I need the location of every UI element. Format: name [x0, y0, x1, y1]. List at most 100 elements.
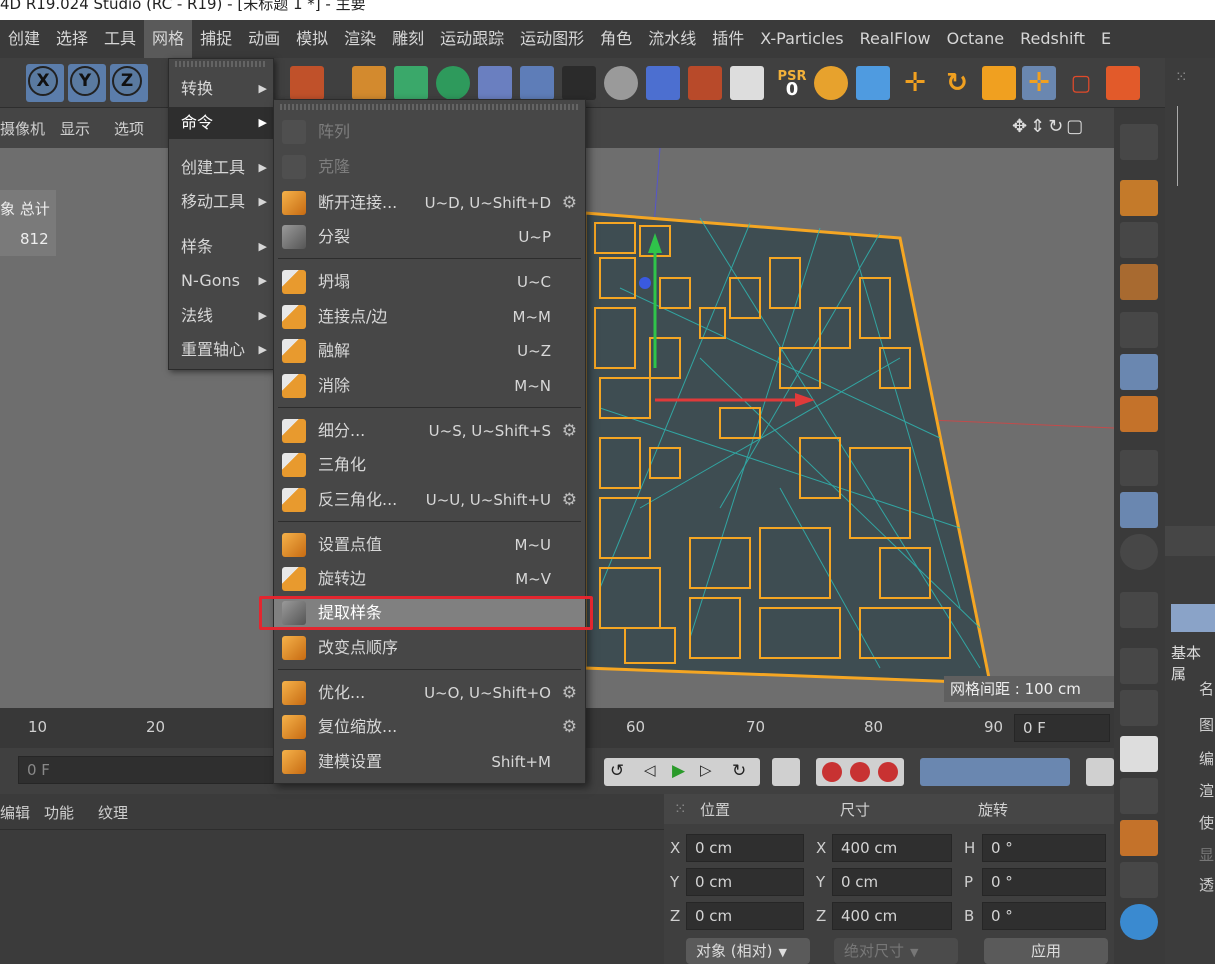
coordinate-system-icon[interactable] — [1106, 66, 1140, 100]
object-tree[interactable] — [1177, 106, 1207, 186]
viewport-menu-camera[interactable]: 摄像机 — [0, 118, 45, 139]
viewport-menu-display[interactable]: 显示 — [60, 118, 90, 139]
to-end-icon[interactable]: ↻ — [732, 761, 746, 781]
command-collapse[interactable]: 坍塌 U~C — [274, 265, 585, 299]
last-frame-button[interactable] — [772, 758, 800, 786]
scale-icon[interactable] — [982, 66, 1016, 100]
workplane-lock-icon[interactable] — [1120, 648, 1158, 684]
command-spin-edge[interactable]: 旋转边 M~V — [274, 562, 585, 596]
gear-icon[interactable]: ⚙ — [562, 491, 577, 509]
flower-generator-icon[interactable] — [436, 66, 470, 100]
command-dissolve[interactable]: 消除 M~N — [274, 369, 585, 403]
command-triangulate[interactable]: 三角化 — [274, 448, 585, 482]
size-field[interactable]: 400 cm — [832, 902, 952, 930]
next-frame-icon[interactable]: ▷ — [700, 761, 712, 779]
command-split[interactable]: 分裂 U~P — [274, 220, 585, 254]
mesh-menu-item[interactable]: 移动工具 ▶ — [169, 186, 273, 218]
menu-item[interactable]: 插件 — [704, 20, 752, 58]
mesh-menu-item[interactable]: 重置轴心 ▶ — [169, 334, 273, 366]
workplane-mode-icon[interactable] — [1120, 264, 1158, 300]
auto-key-icon[interactable] — [850, 762, 870, 782]
record-controls[interactable] — [816, 758, 904, 786]
mesh-menu-item[interactable]: 转换 ▶ — [169, 73, 273, 105]
gear-icon[interactable]: ⚙ — [562, 194, 577, 212]
lock-y-button[interactable]: Y — [68, 64, 106, 102]
edges-mode-icon[interactable] — [1120, 354, 1158, 390]
menu-item[interactable]: 运动跟踪 — [432, 20, 512, 58]
command-reset-scale[interactable]: 复位缩放... ⚙ — [274, 710, 585, 744]
brush-icon[interactable] — [1120, 820, 1158, 856]
apply-button[interactable]: 应用 — [984, 938, 1108, 964]
model-mode-icon[interactable] — [1120, 180, 1158, 216]
menu-item[interactable]: 动画 — [240, 20, 288, 58]
position-field[interactable]: 0 cm — [686, 834, 804, 862]
rotation-field[interactable]: 0 ° — [982, 902, 1106, 930]
live-selection-icon[interactable]: ✛ — [1022, 66, 1056, 100]
menu-item[interactable]: 雕刻 — [384, 20, 432, 58]
snap-xyz-icon[interactable] — [814, 66, 848, 100]
command-connect-points-edges[interactable]: 连接点/边 M~M — [274, 300, 585, 334]
lock-z-button[interactable]: Z — [110, 64, 148, 102]
keyframe-selection-icon[interactable] — [878, 762, 898, 782]
mesh-menu-item[interactable]: 创建工具 ▶ — [169, 152, 273, 184]
mesh-menu-item[interactable]: N-Gons ▶ — [169, 265, 273, 297]
menu-item[interactable]: X-Particles — [752, 20, 851, 58]
viewport-nav-icons[interactable]: ✥⇕↻▢ — [1012, 116, 1086, 137]
attr-tab[interactable] — [1171, 604, 1215, 632]
light-bulb-icon[interactable] — [604, 66, 638, 100]
menu-item[interactable]: 选择 — [48, 20, 96, 58]
menu-item[interactable]: 网格 — [144, 20, 193, 58]
rotation-field[interactable]: 0 ° — [982, 834, 1106, 862]
menu-item[interactable]: Octane — [939, 20, 1012, 58]
explode-icon[interactable] — [688, 66, 722, 100]
timeline-scheme-button[interactable] — [1086, 758, 1114, 786]
menu-item[interactable]: 流水线 — [640, 20, 704, 58]
size-field[interactable]: 0 cm — [832, 868, 952, 896]
camera-icon[interactable] — [562, 66, 596, 100]
tweak-mode-icon[interactable] — [1120, 492, 1158, 528]
menu-item[interactable]: RealFlow — [852, 20, 939, 58]
prev-frame-icon[interactable]: ◁ — [644, 761, 656, 779]
material-menu-texture[interactable]: 纹理 — [98, 802, 128, 823]
viewport-menu-options[interactable]: 选项 — [114, 118, 144, 139]
end-frame-field[interactable]: 0 F — [1014, 714, 1110, 742]
position-field[interactable]: 0 cm — [686, 868, 804, 896]
lock-x-button[interactable]: X — [26, 64, 64, 102]
character-icon[interactable] — [1120, 778, 1158, 814]
planar-workplane-icon[interactable] — [1120, 690, 1158, 726]
polygons-mode-icon[interactable] — [1120, 396, 1158, 432]
snap-icon[interactable] — [1120, 592, 1158, 628]
key-type-controls[interactable] — [920, 758, 1070, 786]
menu-item[interactable]: 角色 — [592, 20, 640, 58]
menu-item[interactable]: 捕捉 — [192, 20, 240, 58]
pen-tool-icon[interactable] — [352, 66, 386, 100]
cube-green-icon[interactable] — [394, 66, 428, 100]
coord-mode-select[interactable]: 对象 (相对) ▼ — [686, 938, 810, 964]
command-disconnect[interactable]: 断开连接... U~D, U~Shift+D ⚙ — [274, 186, 585, 220]
menu-item[interactable]: 模拟 — [288, 20, 336, 58]
render-settings-icon[interactable] — [290, 66, 324, 100]
menu-item[interactable]: 运动图形 — [512, 20, 592, 58]
sphere-icon[interactable] — [1120, 904, 1158, 940]
mesh-menu-item[interactable]: 样条 ▶ — [169, 231, 273, 263]
tag-icon[interactable] — [730, 66, 764, 100]
menu-item[interactable]: 创建 — [0, 20, 48, 58]
command-optimize[interactable]: 优化... U~O, U~Shift+O ⚙ — [274, 676, 585, 710]
menu-item[interactable]: Redshift — [1012, 20, 1093, 58]
command-change-point-order[interactable]: 改变点顺序 — [274, 631, 585, 665]
gear-icon[interactable]: ⚙ — [562, 422, 577, 440]
gear-icon[interactable]: ⚙ — [562, 684, 577, 702]
menu-item[interactable]: 工具 — [96, 20, 144, 58]
rect-selection-icon[interactable]: ▢ — [1064, 66, 1098, 100]
axis-mode-icon[interactable] — [1120, 450, 1158, 486]
menu-item[interactable]: 渲染 — [336, 20, 384, 58]
playback-controls[interactable]: ↺ ◁ ▶ ▷ ↻ — [604, 758, 760, 786]
mesh-menu-item[interactable]: 法线 ▶ — [169, 300, 273, 332]
blue-cube-icon[interactable] — [856, 66, 890, 100]
menu-item[interactable]: E — [1093, 20, 1119, 58]
to-start-icon[interactable]: ↺ — [610, 761, 624, 781]
floor-plane-icon[interactable] — [520, 66, 554, 100]
hair-icon[interactable] — [1120, 862, 1158, 898]
record-icon[interactable] — [822, 762, 842, 782]
viewport-layout-icon[interactable] — [1120, 736, 1158, 772]
